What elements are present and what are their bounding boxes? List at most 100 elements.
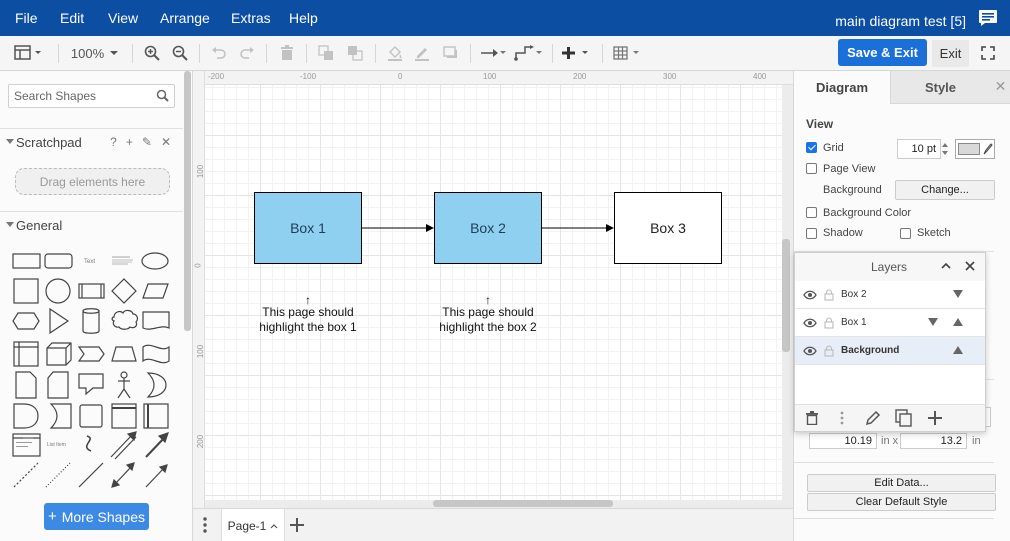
ellipse-shape[interactable] [141, 252, 169, 270]
delay-shape[interactable] [13, 403, 39, 429]
or-shape[interactable] [146, 372, 167, 398]
tape-shape[interactable] [142, 344, 170, 364]
general-header[interactable]: General [0, 211, 183, 237]
menu-help[interactable]: Help [289, 0, 318, 36]
trapezoid-shape[interactable] [111, 346, 137, 362]
undo-button[interactable] [210, 42, 228, 64]
eye-icon[interactable] [803, 290, 817, 300]
note-box-2[interactable]: ↑ This page should highlight the box 2 [428, 294, 548, 335]
background-color-checkbox[interactable] [806, 207, 817, 218]
menu-file[interactable]: File [15, 0, 38, 36]
shadow-checkbox[interactable] [806, 228, 817, 239]
canvas-vertical-scrollbar[interactable] [782, 239, 790, 352]
hexagon-shape[interactable] [12, 312, 40, 330]
move-up-icon[interactable] [953, 346, 963, 355]
cylinder-shape[interactable] [82, 308, 100, 334]
more-shapes-button[interactable]: + More Shapes [44, 503, 149, 530]
duplicate-icon[interactable] [895, 409, 913, 427]
page-width-field[interactable]: 10.19 [809, 433, 877, 449]
insert-button[interactable] [561, 42, 591, 64]
layers-header[interactable]: Layers [795, 253, 985, 281]
page-height-field[interactable]: 13.2 [900, 433, 967, 449]
tab-style[interactable]: Style [890, 71, 990, 104]
to-front-button[interactable] [317, 42, 335, 64]
grid-checkbox[interactable] [806, 142, 817, 153]
card-shape[interactable] [47, 371, 69, 399]
diagram-canvas[interactable]: -200 -100 0 100 200 300 400 100 0 100 20… [193, 71, 793, 508]
box-3[interactable]: Box 3 [614, 192, 722, 264]
square-shape[interactable] [13, 278, 39, 304]
to-back-button[interactable] [346, 42, 364, 64]
tab-diagram[interactable]: Diagram [794, 71, 890, 104]
close-icon[interactable] [965, 261, 975, 271]
move-up-icon[interactable] [953, 318, 963, 327]
move-down-icon[interactable] [928, 318, 938, 327]
shadow-button[interactable] [442, 42, 460, 64]
note-shape[interactable] [15, 371, 37, 399]
add-icon[interactable]: + [126, 135, 133, 149]
save-exit-button[interactable]: Save & Exit [838, 39, 927, 66]
cloud-shape[interactable] [111, 309, 139, 330]
sidebar-scrollbar[interactable] [184, 71, 191, 331]
lock-icon[interactable] [824, 317, 834, 329]
more-icon[interactable] [840, 411, 844, 425]
edit-data-button[interactable]: Edit Data... [807, 474, 996, 492]
eye-icon[interactable] [803, 318, 817, 328]
layer-row-background[interactable]: Background [795, 337, 985, 365]
note-box-1[interactable]: ↑ This page should highlight the box 1 [248, 294, 368, 335]
rectangle-shape[interactable] [12, 253, 41, 269]
text-shape[interactable]: Text [84, 259, 95, 265]
add-page-button[interactable] [290, 515, 304, 538]
close-icon[interactable]: ✕ [161, 135, 171, 149]
delete-button[interactable] [278, 42, 296, 64]
page-menu-icon[interactable] [202, 516, 208, 534]
circle-shape[interactable] [45, 278, 71, 304]
line-color-button[interactable] [413, 42, 431, 64]
fullscreen-button[interactable] [980, 42, 996, 64]
move-down-icon[interactable] [953, 290, 963, 299]
edit-icon[interactable]: ✎ [142, 135, 152, 149]
zoom-select[interactable]: 100% [70, 42, 120, 64]
grid-size-stepper[interactable] [940, 139, 950, 159]
parallelogram-shape[interactable] [142, 283, 169, 299]
exit-button[interactable]: Exit [932, 40, 969, 67]
clear-default-style-button[interactable]: Clear Default Style [807, 493, 996, 511]
box-2[interactable]: Box 2 [434, 192, 542, 264]
table-button[interactable] [612, 42, 642, 64]
waypoints-button[interactable] [513, 42, 543, 64]
menu-edit[interactable]: Edit [60, 0, 84, 36]
tab-page-1[interactable]: Page-1 [221, 509, 285, 541]
lock-icon[interactable] [824, 289, 834, 301]
layer-row-box-2[interactable]: Box 2 [795, 281, 985, 309]
menu-arrange[interactable]: Arrange [160, 0, 210, 36]
scratchpad-drop-zone[interactable]: Drag elements here [15, 168, 170, 195]
collapse-icon[interactable] [941, 262, 951, 270]
document-shape[interactable] [142, 311, 170, 330]
canvas-horizontal-scrollbar[interactable] [433, 500, 613, 507]
trash-icon[interactable] [806, 411, 818, 425]
step-shape[interactable] [77, 346, 105, 362]
redo-button[interactable] [238, 42, 256, 64]
eye-icon[interactable] [803, 346, 817, 356]
grid-color-picker[interactable] [955, 139, 995, 159]
grid-size-field[interactable]: 10 pt [897, 139, 941, 159]
menu-view[interactable]: View [108, 0, 138, 36]
page-view-checkbox[interactable] [806, 163, 817, 174]
list-item-shape[interactable]: List Item [47, 442, 66, 448]
connection-style-button[interactable] [479, 42, 507, 64]
curve-shape[interactable] [85, 435, 92, 452]
zoom-out-button[interactable] [171, 42, 189, 64]
pencil-icon[interactable] [865, 410, 881, 426]
stored-data-shape[interactable] [49, 403, 72, 429]
rounded-rectangle-shape[interactable] [44, 253, 73, 269]
diamond-shape[interactable] [111, 278, 137, 304]
sketch-checkbox[interactable] [900, 228, 911, 239]
search-shapes-input[interactable] [9, 85, 149, 107]
plus-icon[interactable] [928, 411, 942, 425]
callout-shape[interactable] [78, 373, 104, 396]
box-1[interactable]: Box 1 [254, 192, 362, 264]
change-background-button[interactable]: Change... [895, 180, 995, 200]
fill-color-button[interactable] [386, 42, 404, 64]
zoom-in-button[interactable] [143, 42, 161, 64]
layer-row-box-1[interactable]: Box 1 [795, 309, 985, 337]
